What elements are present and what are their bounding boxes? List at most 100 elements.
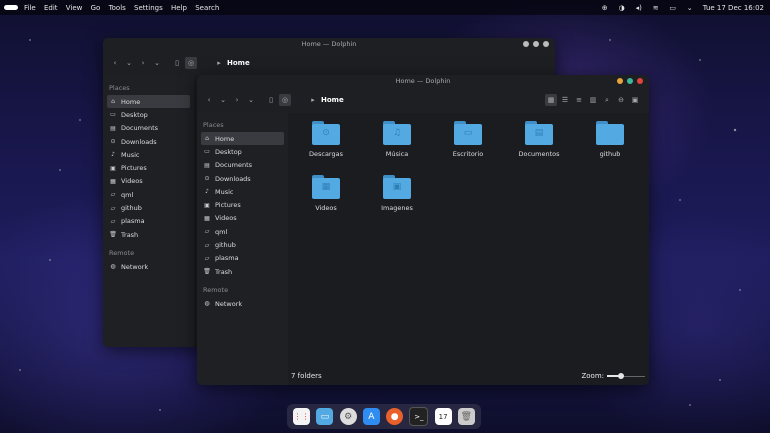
chevron-down-icon[interactable]: ⌄ — [151, 57, 163, 69]
close-button[interactable] — [543, 41, 549, 47]
location-icon[interactable]: ◎ — [279, 94, 291, 106]
minimize-button[interactable] — [617, 78, 623, 84]
place-pictures[interactable]: ▣ Pictures — [197, 198, 288, 211]
chevron-down-icon[interactable]: ⌄ — [123, 57, 135, 69]
app-store-icon[interactable]: A — [362, 408, 380, 425]
place-downloads[interactable]: ⊙ Downloads — [103, 135, 194, 148]
place-downloads[interactable]: ⊙ Downloads — [197, 172, 288, 185]
folder-item[interactable]: ▭ Escritorio — [438, 121, 498, 158]
menu-go[interactable]: Go — [91, 4, 101, 12]
folder-item[interactable]: ♫ Música — [367, 121, 427, 158]
icons-view-icon[interactable]: ▦ — [545, 94, 557, 106]
documents-folder-icon: ▤ — [525, 121, 553, 145]
network-icon[interactable]: ≋ — [652, 4, 660, 12]
download-icon: ⊙ — [204, 175, 210, 183]
clipboard-icon[interactable]: ◑ — [618, 4, 626, 12]
volume-icon[interactable]: ◂) — [635, 4, 643, 12]
firefox-icon[interactable]: ● — [386, 408, 404, 425]
window-titlebar[interactable]: Home — Dolphin — [103, 38, 555, 50]
preview-icon[interactable]: ▣ — [629, 94, 641, 106]
app-menu-icon[interactable] — [4, 5, 18, 10]
menu-icon[interactable]: ⊖ — [615, 94, 627, 106]
file-manager-icon[interactable]: ▭ — [316, 408, 334, 425]
folder-item[interactable]: ▣ Imagenes — [367, 175, 427, 212]
close-button[interactable] — [637, 78, 643, 84]
chevron-down-icon[interactable]: ⌄ — [245, 94, 257, 106]
place-trash[interactable]: 🗑 Trash — [197, 265, 288, 278]
place-home[interactable]: ⌂ Home — [107, 95, 190, 109]
search-icon[interactable]: ⌕ — [601, 94, 613, 106]
menu-settings[interactable]: Settings — [134, 4, 163, 12]
menu-edit[interactable]: Edit — [44, 4, 58, 12]
place-music[interactable]: ♪ Music — [197, 185, 288, 198]
place-qml[interactable]: ▱ qml — [197, 225, 288, 238]
folder-item[interactable]: ▤ Documentos — [509, 121, 569, 158]
maximize-button[interactable] — [533, 41, 539, 47]
place-network[interactable]: ◍ Network — [197, 297, 288, 310]
place-videos[interactable]: ▦ Videos — [197, 212, 288, 225]
chevron-down-icon[interactable]: ⌄ — [217, 94, 229, 106]
toolbar: ‹ ⌄ › ⌄ ▯ ◎ ▸ Home — [103, 50, 555, 76]
folder-item[interactable]: ▦ Videos — [296, 175, 356, 212]
zoom-slider-handle[interactable] — [618, 373, 624, 379]
clock[interactable]: Tue 17 Dec 16:02 — [703, 4, 764, 12]
menu-file[interactable]: File — [24, 4, 36, 12]
forward-icon[interactable]: › — [231, 94, 243, 106]
desktop-folder-icon: ▭ — [454, 121, 482, 145]
place-network[interactable]: ◍ Network — [103, 260, 194, 273]
maximize-button[interactable] — [627, 78, 633, 84]
window-titlebar[interactable]: Home — Dolphin — [197, 75, 649, 87]
menu-search[interactable]: Search — [195, 4, 219, 12]
download-icon: ⊙ — [110, 138, 116, 146]
menu-help[interactable]: Help — [171, 4, 187, 12]
status-bar: 7 folders Zoom: — [291, 370, 645, 382]
settings-icon[interactable]: ⚙ — [339, 408, 357, 425]
place-trash[interactable]: 🗑 Trash — [103, 228, 194, 241]
place-desktop[interactable]: ▭ Desktop — [197, 145, 288, 158]
place-plasma[interactable]: ▱ plasma — [197, 252, 288, 265]
breadcrumb[interactable]: Home — [227, 59, 250, 67]
terminal-icon[interactable]: >_ — [409, 407, 429, 426]
music-folder-icon: ♫ — [383, 121, 411, 145]
breadcrumb[interactable]: Home — [321, 96, 344, 104]
place-documents[interactable]: ▤ Documents — [103, 122, 194, 135]
back-icon[interactable]: ‹ — [109, 57, 121, 69]
place-pictures[interactable]: ▣ Pictures — [103, 161, 194, 174]
forward-icon[interactable]: › — [137, 57, 149, 69]
chevron-down-icon[interactable]: ⌄ — [686, 4, 694, 12]
place-home[interactable]: ⌂ Home — [201, 132, 284, 146]
app-launcher-icon[interactable]: ⋮⋮ — [293, 408, 311, 425]
folder-item[interactable]: ⊙ Descargas — [296, 121, 356, 158]
location-icon[interactable]: ◎ — [185, 57, 197, 69]
updates-icon[interactable]: ⊕ — [601, 4, 609, 12]
split-view-icon[interactable]: ▯ — [171, 57, 183, 69]
compact-view-icon[interactable]: ☰ — [559, 94, 571, 106]
columns-view-icon[interactable]: ▥ — [587, 94, 599, 106]
menu-tools[interactable]: Tools — [109, 4, 126, 12]
place-videos[interactable]: ▦ Videos — [103, 175, 194, 188]
split-view-icon[interactable]: ▯ — [265, 94, 277, 106]
folder-item[interactable]: github — [580, 121, 640, 158]
folder-icon — [596, 121, 624, 145]
file-view[interactable]: ⊙ Descargas ♫ Música ▭ Escritorio ▤ Docu… — [288, 113, 649, 385]
place-music[interactable]: ♪ Music — [103, 148, 194, 161]
place-documents[interactable]: ▤ Documents — [197, 159, 288, 172]
zoom-slider[interactable] — [607, 372, 645, 380]
calendar-icon[interactable]: 17 — [434, 408, 452, 425]
desktop-icon: ▭ — [110, 111, 116, 119]
menu-view[interactable]: View — [66, 4, 83, 12]
place-qml[interactable]: ▱ qml — [103, 188, 194, 201]
place-github[interactable]: ▱ github — [103, 201, 194, 214]
back-icon[interactable]: ‹ — [203, 94, 215, 106]
trash-icon[interactable]: 🗑 — [457, 408, 475, 425]
place-plasma[interactable]: ▱ plasma — [103, 215, 194, 228]
minimize-button[interactable] — [523, 41, 529, 47]
place-github[interactable]: ▱ github — [197, 238, 288, 251]
storage-icon[interactable]: ▭ — [669, 4, 677, 12]
place-desktop[interactable]: ▭ Desktop — [103, 108, 194, 121]
download-folder-icon: ⊙ — [312, 121, 340, 145]
window-title: Home — Dolphin — [301, 40, 357, 48]
chevron-right-icon: ▸ — [311, 96, 315, 104]
details-view-icon[interactable]: ≡ — [573, 94, 585, 106]
front-dolphin-window[interactable]: Home — Dolphin ‹ ⌄ › ⌄ ▯ ◎ ▸ Home ▦ ☰ ≡ … — [197, 75, 649, 385]
